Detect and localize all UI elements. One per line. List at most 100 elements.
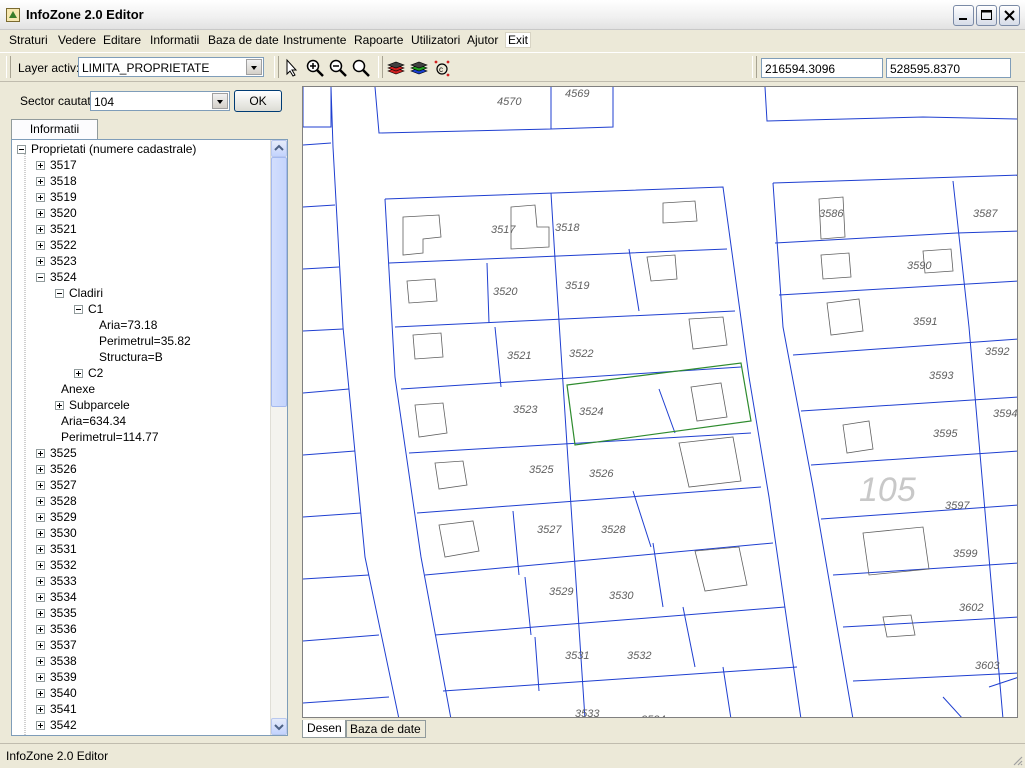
layer-select[interactable]: LIMITA_PROPRIETATE bbox=[78, 57, 264, 77]
menu-baza-de-date[interactable]: Baza de date bbox=[206, 33, 281, 47]
toolbar-grip[interactable] bbox=[752, 56, 757, 78]
tree-item[interactable]: 3542 bbox=[50, 717, 77, 733]
tree-item[interactable]: 3522 bbox=[50, 237, 77, 253]
tree-item[interactable]: Perimetrul=114.77 bbox=[61, 429, 159, 445]
tree-item[interactable]: C1 bbox=[88, 301, 103, 317]
chevron-down-icon[interactable] bbox=[246, 59, 262, 75]
expand-icon[interactable] bbox=[36, 641, 45, 650]
tree-item[interactable]: 3531 bbox=[50, 541, 77, 557]
selected-parcel-3524[interactable] bbox=[566, 362, 752, 446]
expand-icon[interactable] bbox=[36, 161, 45, 170]
tree-item[interactable]: 3539 bbox=[50, 669, 77, 685]
expand-icon[interactable] bbox=[36, 657, 45, 666]
collapse-icon[interactable] bbox=[74, 305, 83, 314]
tree-item[interactable]: 3534 bbox=[50, 589, 77, 605]
close-button[interactable] bbox=[999, 5, 1020, 26]
tree-item[interactable]: Perimetrul=35.82 bbox=[99, 333, 191, 349]
menu-editare[interactable]: Editare bbox=[101, 33, 143, 47]
layers-color-icon[interactable] bbox=[409, 58, 429, 78]
expand-icon[interactable] bbox=[36, 465, 45, 474]
tree-item[interactable]: 3526 bbox=[50, 461, 77, 477]
tree-item[interactable]: 3518 bbox=[50, 173, 77, 189]
tree-item[interactable]: 3541 bbox=[50, 701, 77, 717]
collapse-icon[interactable] bbox=[36, 273, 45, 282]
expand-icon[interactable] bbox=[36, 561, 45, 570]
menu-ajutor[interactable]: Ajutor bbox=[465, 33, 500, 47]
zoom-icon[interactable] bbox=[351, 58, 371, 78]
menu-vedere[interactable]: Vedere bbox=[56, 33, 98, 47]
vertical-scrollbar[interactable] bbox=[270, 140, 287, 735]
menu-informatii[interactable]: Informatii bbox=[148, 33, 201, 47]
expand-icon[interactable] bbox=[36, 673, 45, 682]
expand-icon[interactable] bbox=[36, 609, 45, 618]
tree-item[interactable]: 3538 bbox=[50, 653, 77, 669]
tab-desen[interactable]: Desen bbox=[302, 720, 347, 738]
tab-baza-de-date[interactable]: Baza de date bbox=[345, 720, 426, 738]
tree-item[interactable]: 3537 bbox=[50, 637, 77, 653]
toolbar-grip[interactable] bbox=[6, 56, 11, 78]
tree-item[interactable]: 3519 bbox=[50, 189, 77, 205]
expand-icon[interactable] bbox=[36, 513, 45, 522]
expand-icon[interactable] bbox=[36, 177, 45, 186]
toolbar-grip[interactable] bbox=[378, 56, 383, 78]
tree-item[interactable]: 3530 bbox=[50, 525, 77, 541]
layers-icon[interactable] bbox=[386, 58, 406, 78]
toolbar-grip[interactable] bbox=[274, 56, 279, 78]
expand-icon[interactable] bbox=[36, 625, 45, 634]
snap-icon[interactable]: c bbox=[432, 58, 452, 78]
tree-item[interactable]: 3520 bbox=[50, 205, 77, 221]
expand-icon[interactable] bbox=[36, 705, 45, 714]
tree-item[interactable]: Aria=73.18 bbox=[99, 317, 157, 333]
collapse-icon[interactable] bbox=[55, 289, 64, 298]
scroll-down-button[interactable] bbox=[271, 718, 287, 735]
expand-icon[interactable] bbox=[36, 593, 45, 602]
coord-y-field[interactable]: 528595.8370 bbox=[886, 58, 1011, 78]
coord-x-field[interactable]: 216594.3096 bbox=[761, 58, 883, 78]
menu-rapoarte[interactable]: Rapoarte bbox=[352, 33, 405, 47]
expand-icon[interactable] bbox=[36, 241, 45, 250]
expand-icon[interactable] bbox=[36, 225, 45, 234]
zoom-in-icon[interactable] bbox=[305, 58, 325, 78]
scroll-thumb[interactable] bbox=[271, 157, 287, 407]
map-canvas[interactable]: 4570 4569 3517 3518 3520 3519 3521 3522 … bbox=[302, 86, 1018, 718]
tree-item[interactable]: Proprietati (numere cadastrale) bbox=[31, 141, 196, 157]
zoom-out-icon[interactable] bbox=[328, 58, 348, 78]
tree-item[interactable]: 3521 bbox=[50, 221, 77, 237]
expand-icon[interactable] bbox=[36, 689, 45, 698]
resize-grip-icon[interactable] bbox=[1011, 754, 1023, 766]
maximize-button[interactable] bbox=[976, 5, 997, 26]
expand-icon[interactable] bbox=[36, 257, 45, 266]
tree-item[interactable]: 3529 bbox=[50, 509, 77, 525]
tab-informatii-sector[interactable]: Informatii sector bbox=[11, 119, 98, 155]
expand-icon[interactable] bbox=[36, 449, 45, 458]
pointer-icon[interactable] bbox=[282, 58, 302, 78]
scroll-up-button[interactable] bbox=[271, 140, 287, 157]
tree-item[interactable]: C2 bbox=[88, 365, 103, 381]
tree-item[interactable]: 3535 bbox=[50, 605, 77, 621]
expand-icon[interactable] bbox=[36, 545, 45, 554]
tree-item[interactable]: 3532 bbox=[50, 557, 77, 573]
expand-icon[interactable] bbox=[36, 577, 45, 586]
menu-exit[interactable]: Exit bbox=[504, 32, 532, 48]
tree-item[interactable]: Aria=634.34 bbox=[61, 413, 126, 429]
tree-item[interactable]: Cladiri bbox=[69, 285, 103, 301]
expand-icon[interactable] bbox=[74, 369, 83, 378]
expand-icon[interactable] bbox=[36, 209, 45, 218]
tree-item[interactable]: 3517 bbox=[50, 157, 77, 173]
tree-item[interactable]: 3523 bbox=[50, 253, 77, 269]
expand-icon[interactable] bbox=[36, 481, 45, 490]
tree-item[interactable]: 3533 bbox=[50, 573, 77, 589]
chevron-down-icon[interactable] bbox=[212, 93, 228, 109]
expand-icon[interactable] bbox=[36, 497, 45, 506]
tree-item[interactable]: 3528 bbox=[50, 493, 77, 509]
sector-select[interactable]: 104 bbox=[90, 91, 230, 111]
tree-item[interactable]: 3527 bbox=[50, 477, 77, 493]
tree-item[interactable]: 3540 bbox=[50, 685, 77, 701]
expand-icon[interactable] bbox=[36, 721, 45, 730]
tree-item[interactable]: Structura=B bbox=[99, 349, 163, 365]
ok-button[interactable]: OK bbox=[234, 90, 282, 112]
expand-icon[interactable] bbox=[55, 401, 64, 410]
tree-item[interactable]: 3536 bbox=[50, 621, 77, 637]
menu-instrumente[interactable]: Instrumente bbox=[281, 33, 348, 47]
tree-item[interactable]: Subparcele bbox=[69, 397, 130, 413]
